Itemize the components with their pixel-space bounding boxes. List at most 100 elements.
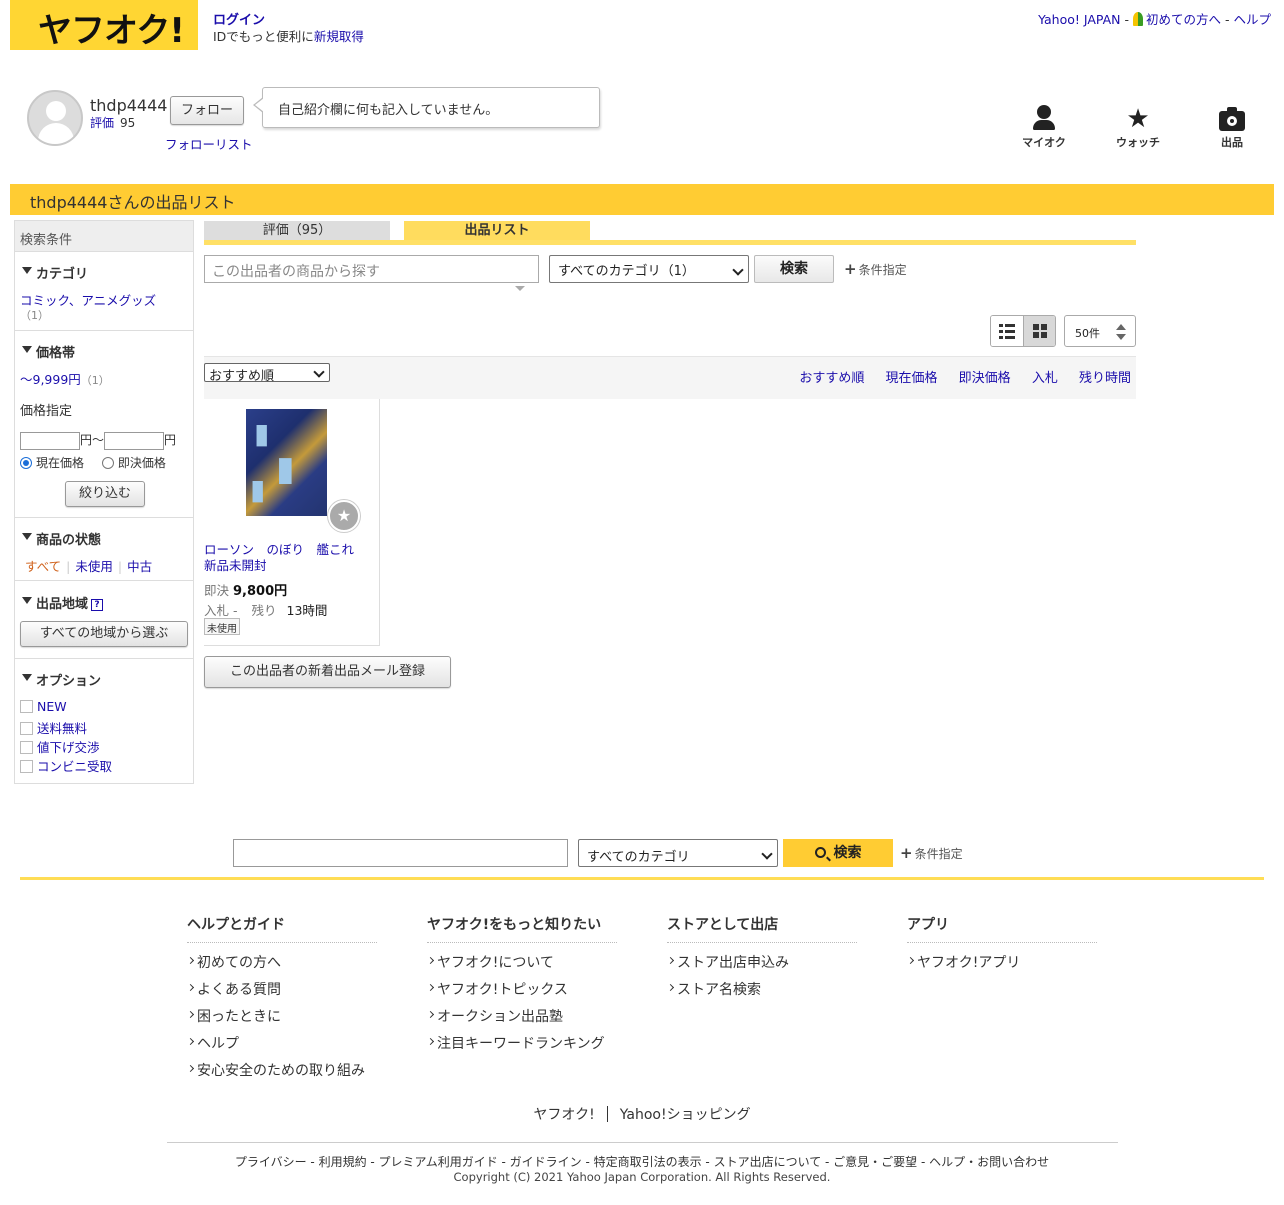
category-title[interactable]: カテゴリ: [15, 263, 88, 282]
footer-link[interactable]: ヘルプ: [187, 1033, 377, 1060]
option-checkbox[interactable]: [20, 741, 33, 754]
per-page-stepper[interactable]: 50件: [1064, 315, 1136, 347]
sort-select-value: おすすめ順: [209, 369, 275, 384]
footer-search-input[interactable]: [233, 839, 568, 867]
option-label[interactable]: コンビニ受取: [37, 759, 112, 774]
category-select[interactable]: すべてのカテゴリ（1）: [549, 255, 749, 283]
myauc-button[interactable]: マイオク: [1014, 104, 1074, 150]
brand-sep: [606, 1106, 608, 1122]
yahoo-japan-link[interactable]: Yahoo! JAPAN: [1038, 12, 1120, 27]
radio-buynow-label: 即決価格: [117, 456, 166, 470]
brand-link-shopping[interactable]: Yahoo!ショッピング: [620, 1107, 751, 1123]
sort-link-buynow-price[interactable]: 即決価格: [959, 371, 1011, 386]
legal-links[interactable]: プライバシー - 利用規約 - プレミアム利用ガイド - ガイドライン - 特定…: [0, 1153, 1284, 1170]
item-thumbnail[interactable]: ▮ ▮ ▮: [246, 409, 327, 516]
condition-unused[interactable]: 未使用: [75, 559, 113, 574]
option-free-shipping[interactable]: 送料無料: [20, 718, 87, 737]
option-label[interactable]: NEW: [37, 699, 67, 714]
item-title-link[interactable]: ローソン のぼり 艦これ 新品未開封: [204, 542, 367, 574]
option-label[interactable]: 送料無料: [37, 721, 87, 736]
sell-button[interactable]: 出品: [1202, 104, 1262, 150]
brand-links: ヤフオク! Yahoo!ショッピング: [0, 1104, 1284, 1124]
yen-tilde: 円～: [80, 433, 105, 447]
footer-link[interactable]: ヤフオク!トピックス: [427, 979, 617, 1006]
option-price-negotiation[interactable]: 値下げ交渉: [20, 737, 100, 756]
remain-label: 残り: [251, 603, 277, 618]
help-link[interactable]: ヘルプ: [1233, 12, 1271, 27]
price-label: 即決: [204, 583, 230, 598]
condition-badge: 未使用: [204, 618, 240, 635]
category-link[interactable]: コミック、アニメグッズ: [20, 293, 156, 308]
yahuoku-logo[interactable]: ヤフオク!: [10, 0, 198, 51]
chevron-down-icon[interactable]: [1116, 334, 1126, 340]
list-view-icon[interactable]: [991, 316, 1024, 346]
option-new[interactable]: NEW: [20, 699, 67, 714]
brand-link-yahuoku[interactable]: ヤフオク!: [533, 1107, 594, 1123]
top-sep: -: [1120, 12, 1133, 27]
option-checkbox[interactable]: [20, 760, 33, 773]
item-bid-info: 入札 - 残り 13時間: [204, 600, 327, 619]
footer-col-title: ストアとして出店: [667, 914, 857, 943]
footer-link[interactable]: ヤフオク!アプリ: [907, 952, 1097, 979]
watch-button[interactable]: ★ ウォッチ: [1108, 104, 1168, 150]
option-checkbox[interactable]: [20, 700, 33, 713]
username: thdp4444: [90, 96, 168, 115]
sort-link-recommended[interactable]: おすすめ順: [799, 371, 864, 386]
grid-view-icon[interactable]: [1024, 316, 1055, 346]
id-promo-text: IDでもっと便利に: [213, 29, 314, 44]
filter-button[interactable]: 絞り込む: [65, 481, 145, 507]
footer-bottom-divider: [167, 1142, 1118, 1143]
search-icon: [814, 847, 826, 858]
options-title[interactable]: オプション: [15, 670, 101, 689]
seller-search-input[interactable]: この出品者の商品から探す: [204, 255, 539, 291]
footer-search-button[interactable]: 検索: [783, 839, 893, 867]
bid-label: 入札: [204, 603, 230, 618]
footer-link[interactable]: 困ったときに: [187, 1006, 377, 1033]
footer-link[interactable]: よくある質問: [187, 979, 377, 1006]
first-time-link[interactable]: 初めての方へ: [1146, 12, 1221, 27]
sort-select[interactable]: おすすめ順: [204, 363, 330, 384]
footer-link[interactable]: オークション出品塾: [427, 1006, 617, 1033]
bid-value: -: [233, 603, 238, 618]
footer-link[interactable]: 初めての方へ: [187, 952, 377, 979]
category-select-value: すべてのカテゴリ（1）: [558, 264, 695, 279]
follow-list-link[interactable]: フォローリスト: [165, 134, 253, 153]
condition-link[interactable]: + 条件指定: [844, 260, 907, 278]
sort-link-current-price[interactable]: 現在価格: [886, 371, 938, 386]
footer-link[interactable]: ヤフオク!について: [427, 952, 617, 979]
price-min-input[interactable]: [20, 431, 80, 450]
sort-link-bids[interactable]: 入札: [1032, 371, 1058, 386]
sort-link-time-left[interactable]: 残り時間: [1079, 371, 1131, 386]
watch-star-button[interactable]: ★: [328, 500, 360, 532]
footer-link[interactable]: 注目キーワードランキング: [427, 1033, 617, 1060]
item-price: 即決 9,800円: [204, 580, 287, 599]
option-convenience-pickup[interactable]: コンビニ受取: [20, 756, 112, 775]
price-range-link[interactable]: 〜9,999円: [20, 372, 81, 387]
rating-link[interactable]: 評価: [90, 116, 114, 130]
radio-current-price[interactable]: [20, 457, 32, 469]
price-max-input[interactable]: [104, 431, 165, 450]
condition-used[interactable]: 中古: [127, 559, 152, 574]
top-sep: -: [1221, 12, 1234, 27]
footer-link[interactable]: 安心安全のための取り組み: [187, 1060, 377, 1087]
price-title[interactable]: 価格帯: [15, 342, 75, 361]
condition-title[interactable]: 商品の状態: [15, 529, 101, 548]
new-listing-mail-button[interactable]: この出品者の新着出品メール登録: [204, 656, 451, 688]
footer-link[interactable]: ストア名検索: [667, 979, 857, 1006]
tab-evaluation[interactable]: 評価（95）: [204, 221, 390, 241]
footer-condition-link[interactable]: + 条件指定: [900, 844, 963, 862]
signup-link[interactable]: 新規取得: [314, 29, 364, 44]
footer-category-select[interactable]: すべてのカテゴリ: [578, 839, 778, 867]
help-question-icon[interactable]: ?: [91, 599, 104, 611]
region-select-button[interactable]: すべての地域から選ぶ: [20, 621, 188, 647]
search-button[interactable]: 検索: [754, 255, 834, 283]
region-title[interactable]: 出品地域?: [15, 593, 104, 612]
option-checkbox[interactable]: [20, 722, 33, 735]
tab-listing[interactable]: 出品リスト: [404, 221, 590, 241]
option-label[interactable]: 値下げ交渉: [37, 740, 100, 755]
follow-button[interactable]: フォロー: [170, 96, 244, 125]
footer-link[interactable]: ストア出店申込み: [667, 952, 857, 979]
condition-all[interactable]: すべて: [25, 559, 61, 574]
radio-buynow-price[interactable]: [101, 457, 114, 469]
chevron-up-icon[interactable]: [1116, 324, 1126, 330]
